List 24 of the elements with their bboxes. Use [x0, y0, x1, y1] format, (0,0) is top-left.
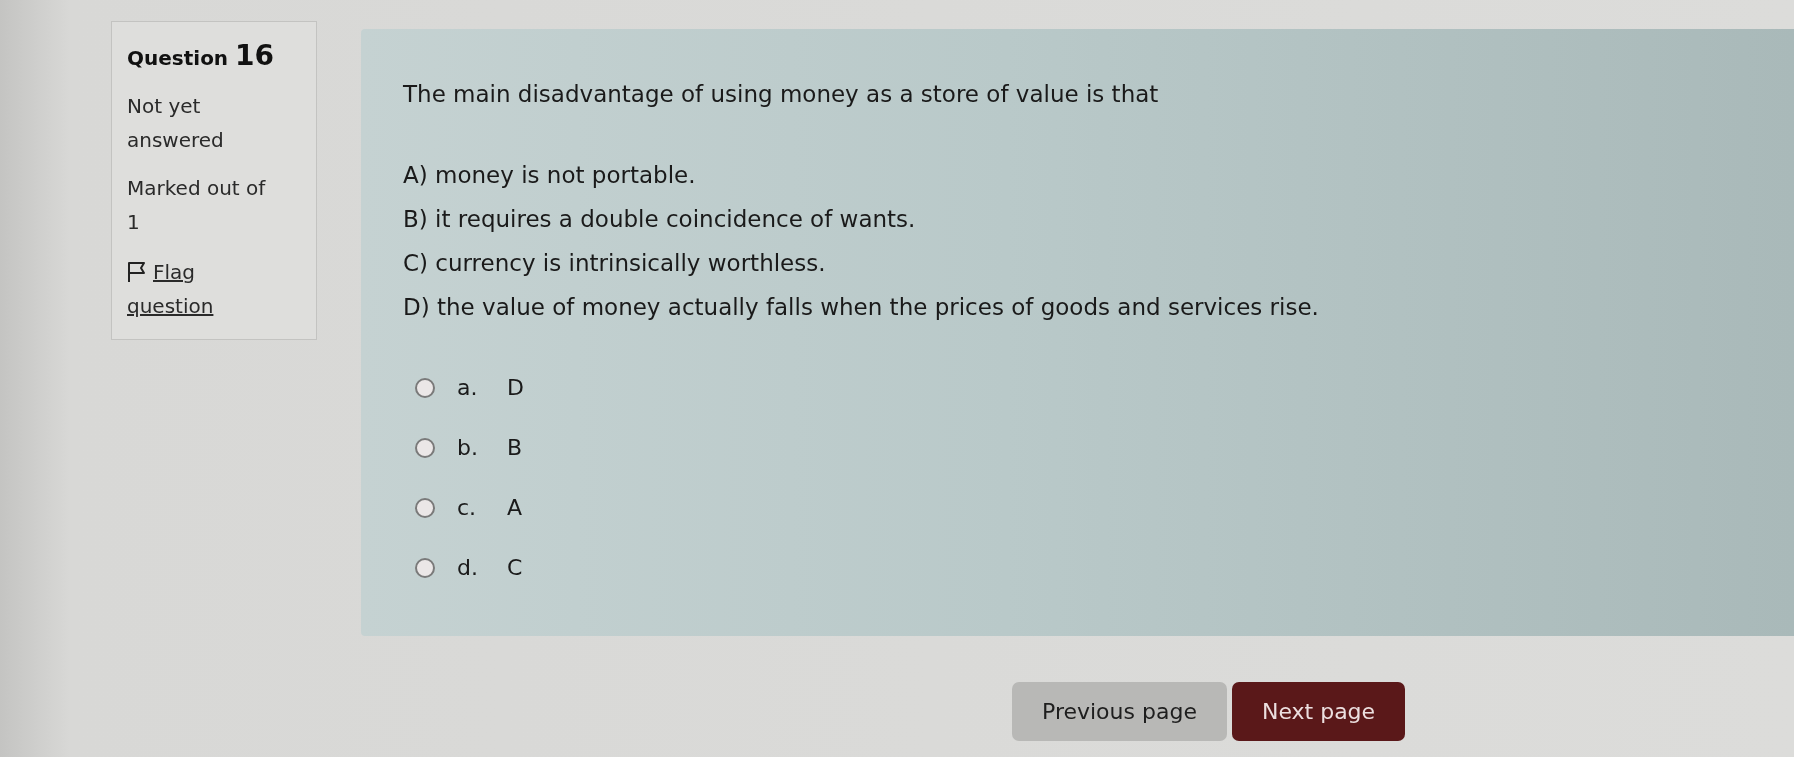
- radio-button[interactable]: [415, 378, 435, 398]
- question-state: Not yet answered: [127, 93, 225, 154]
- radio-button[interactable]: [415, 558, 435, 578]
- option-statement: C) currency is intrinsically worthless.: [403, 249, 827, 278]
- option-statement: B) it requires a double coincidence of wants.: [403, 205, 917, 234]
- answer-letter: b.: [457, 434, 479, 462]
- answer-letter: c.: [457, 494, 478, 522]
- radio-button[interactable]: [415, 498, 435, 518]
- answer-text: A: [507, 494, 523, 522]
- answer-text: C: [507, 554, 523, 582]
- answer-letter: d.: [457, 554, 479, 582]
- question-number: Question 16: [127, 39, 275, 74]
- option-statement: D) the value of money actually falls when the prices of goods and services rise.: [403, 293, 1320, 322]
- flag-icon: [127, 261, 147, 283]
- previous-page-button[interactable]: Previous page: [1012, 682, 1227, 741]
- answer-letter: a.: [457, 374, 479, 402]
- option-statement: A) money is not portable.: [403, 161, 697, 190]
- flag-question-link[interactable]: Flag question: [127, 255, 277, 323]
- next-page-button[interactable]: Next page: [1231, 682, 1406, 741]
- answer-text: D: [507, 374, 524, 402]
- question-marks: Marked out of 1: [127, 175, 267, 236]
- radio-button[interactable]: [415, 438, 435, 458]
- answer-text: B: [507, 434, 523, 462]
- question-text: The main disadvantage of using money as a store of value is that: [403, 80, 1160, 109]
